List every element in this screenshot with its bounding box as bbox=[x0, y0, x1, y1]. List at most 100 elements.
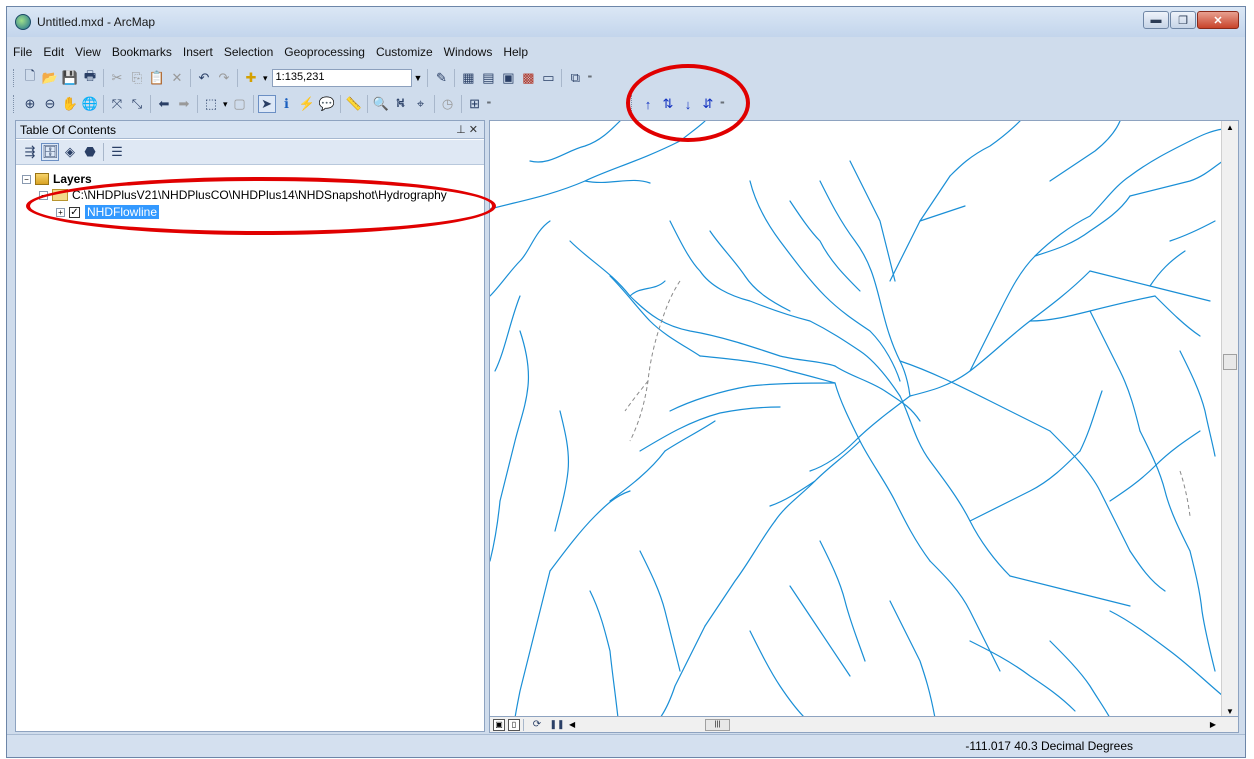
list-by-drawing-order-icon[interactable]: ⇶ bbox=[21, 143, 39, 161]
search-window-icon[interactable]: ▣ bbox=[499, 69, 517, 87]
redo-icon[interactable]: ↷ bbox=[215, 69, 233, 87]
save-icon[interactable]: 💾 bbox=[61, 69, 79, 87]
measure-icon[interactable]: 📏 bbox=[345, 95, 363, 113]
scroll-up-arrow-icon[interactable]: ▲ bbox=[1226, 123, 1234, 132]
toolbar-options-icon[interactable]: ⁼ bbox=[720, 99, 725, 110]
menu-customize[interactable]: Customize bbox=[370, 45, 438, 59]
maximize-button[interactable]: ❐ bbox=[1170, 11, 1196, 29]
add-data-dropdown-icon[interactable]: ▾ bbox=[263, 73, 268, 84]
menu-file[interactable]: File bbox=[7, 45, 37, 59]
zoom-out-icon[interactable]: ⊖ bbox=[41, 95, 59, 113]
layer-name-label[interactable]: NHDFlowline bbox=[85, 205, 160, 219]
map-scale-input[interactable]: 1:135,231 bbox=[271, 69, 412, 87]
forward-extent-icon[interactable]: ➡ bbox=[175, 95, 193, 113]
modelbuilder-icon[interactable]: ⧉ bbox=[566, 69, 584, 87]
go-to-xy-icon[interactable]: ⌖ bbox=[412, 95, 430, 113]
vertical-scrollbar[interactable]: ▲ ▼ bbox=[1221, 121, 1238, 716]
back-extent-icon[interactable]: ⬅ bbox=[155, 95, 173, 113]
select-elements-icon[interactable]: ➤ bbox=[257, 95, 276, 113]
pause-drawing-icon[interactable]: ❚❚ bbox=[548, 716, 566, 734]
select-features-icon[interactable]: ⬚ bbox=[202, 95, 220, 113]
toolbar-grip[interactable] bbox=[13, 69, 17, 87]
full-extent-icon[interactable]: 🌐 bbox=[81, 95, 99, 113]
navigate-downstream-divergences-icon[interactable]: ⇵ bbox=[699, 95, 717, 113]
tree-row-layer[interactable]: + ✓ NHDFlowline bbox=[56, 204, 160, 220]
refresh-icon[interactable]: ⟳ bbox=[528, 716, 546, 734]
print-icon[interactable]: 🖶 bbox=[81, 68, 99, 87]
arctoolbox-icon[interactable]: ▩ bbox=[519, 69, 537, 87]
menu-selection[interactable]: Selection bbox=[218, 45, 278, 59]
menu-insert[interactable]: Insert bbox=[177, 45, 218, 59]
minimize-button[interactable]: ▬ bbox=[1143, 11, 1169, 29]
flowlines bbox=[490, 121, 1224, 716]
scroll-right-arrow-icon[interactable]: ▶ bbox=[1210, 720, 1216, 729]
navigate-downstream-icon[interactable]: ↓ bbox=[679, 95, 697, 113]
flow-navigation-toolbar: ↑ ⇅ ↓ ⇵ ⁼ bbox=[629, 91, 727, 117]
tree-row-layers[interactable]: − Layers bbox=[22, 171, 92, 187]
menu-help[interactable]: Help bbox=[497, 45, 533, 59]
navigate-upstream-icon[interactable]: ↑ bbox=[639, 95, 657, 113]
open-folder-icon[interactable]: 📂 bbox=[41, 69, 59, 87]
collapse-icon[interactable]: − bbox=[39, 190, 48, 200]
menu-view[interactable]: View bbox=[69, 45, 106, 59]
html-popup-icon[interactable]: 💬 bbox=[318, 95, 336, 113]
table-icon[interactable]: ▦ bbox=[459, 69, 477, 87]
pan-icon[interactable]: ✋ bbox=[61, 95, 79, 113]
close-button[interactable]: ✕ bbox=[1197, 11, 1239, 29]
clear-selection-icon[interactable]: ▢ bbox=[231, 95, 249, 113]
toolbar-grip[interactable] bbox=[631, 95, 635, 113]
layer-visibility-checkbox[interactable]: ✓ bbox=[69, 206, 80, 218]
layout-view-icon[interactable]: ▯ bbox=[508, 718, 520, 731]
paste-icon[interactable]: 📋 bbox=[148, 69, 166, 87]
collapse-icon[interactable]: − bbox=[22, 174, 31, 184]
list-by-source-icon[interactable]: 🗄 bbox=[41, 143, 59, 161]
copy-icon[interactable]: ⎘ bbox=[128, 69, 146, 87]
undo-icon[interactable]: ↶ bbox=[195, 69, 213, 87]
delete-icon[interactable]: ✕ bbox=[168, 69, 186, 87]
arcmap-app-icon bbox=[15, 14, 31, 30]
menu-windows[interactable]: Windows bbox=[438, 45, 498, 59]
title-bar[interactable]: Untitled.mxd - ArcMap ▬ ❐ ✕ bbox=[7, 7, 1245, 37]
cut-icon[interactable]: ✂ bbox=[108, 69, 126, 87]
find-icon[interactable]: 🔍 bbox=[372, 95, 390, 113]
fixed-zoom-in-icon[interactable]: ⤧ bbox=[108, 95, 126, 113]
python-window-icon[interactable]: ▭ bbox=[539, 69, 557, 87]
time-slider-icon[interactable]: ◷ bbox=[439, 95, 457, 113]
toc-pin-close-controls[interactable]: ⊥ ✕ bbox=[456, 123, 478, 136]
standard-toolbar: 🗋 📂 💾 🖶 ✂ ⎘ 📋 ✕ ↶ ↷ ✚ ▾ 1:135,231 ▼ ✎ ▦ … bbox=[11, 65, 594, 91]
toc-options-icon[interactable]: ☰ bbox=[108, 143, 126, 161]
select-dropdown-icon[interactable]: ▾ bbox=[223, 99, 228, 110]
scroll-down-arrow-icon[interactable]: ▼ bbox=[1226, 707, 1234, 716]
data-view-icon[interactable]: ▣ bbox=[493, 718, 505, 731]
identify-icon[interactable]: ℹ bbox=[278, 95, 296, 113]
menu-geoprocessing[interactable]: Geoprocessing bbox=[278, 45, 370, 59]
editor-toolbar-icon[interactable]: ✎ bbox=[432, 69, 450, 87]
toolbar-grip[interactable] bbox=[13, 95, 17, 113]
list-by-visibility-icon[interactable]: ◈ bbox=[61, 143, 79, 161]
catalog-icon[interactable]: ▤ bbox=[479, 69, 497, 87]
find-route-icon[interactable]: ⛕ bbox=[392, 95, 410, 113]
add-data-icon[interactable]: ✚ bbox=[242, 69, 260, 87]
vertical-scroll-thumb[interactable] bbox=[1223, 354, 1237, 370]
zoom-in-icon[interactable]: ⊕ bbox=[21, 95, 39, 113]
map-view[interactable]: ▲ ▼ bbox=[489, 120, 1239, 717]
toolbar-options-icon[interactable]: ⁼ bbox=[487, 99, 492, 110]
menu-bookmarks[interactable]: Bookmarks bbox=[106, 45, 177, 59]
tools-toolbar: ⊕ ⊖ ✋ 🌐 ⤧ ⤡ ⬅ ➡ ⬚ ▾ ▢ ➤ ℹ ⚡ 💬 📏 🔍 ⛕ ⌖ ◷ … bbox=[11, 91, 493, 117]
layer-tree: − Layers − C:\NHDPlusV21\NHDPlusCO\NHDPl… bbox=[16, 165, 484, 731]
new-document-icon[interactable]: 🗋 bbox=[21, 68, 39, 87]
menu-edit[interactable]: Edit bbox=[37, 45, 69, 59]
hyperlink-icon[interactable]: ⚡ bbox=[298, 95, 316, 113]
menu-bar: File Edit View Bookmarks Insert Selectio… bbox=[7, 43, 533, 61]
navigate-upstream-tributaries-icon[interactable]: ⇅ bbox=[659, 95, 677, 113]
fixed-zoom-out-icon[interactable]: ⤡ bbox=[128, 95, 146, 113]
create-viewer-icon[interactable]: ⊞ bbox=[466, 95, 484, 113]
scale-dropdown-icon[interactable]: ▼ bbox=[414, 73, 423, 83]
tree-row-workspace[interactable]: − C:\NHDPlusV21\NHDPlusCO\NHDPlus14\NHDS… bbox=[39, 187, 447, 203]
toolbar-options-icon[interactable]: ⁼ bbox=[587, 73, 592, 84]
layers-icon bbox=[35, 173, 49, 185]
list-by-selection-icon[interactable]: ⬣ bbox=[81, 143, 99, 161]
horizontal-scroll-thumb[interactable]: ||| bbox=[705, 719, 730, 731]
expand-icon[interactable]: + bbox=[56, 207, 65, 217]
scroll-left-arrow-icon[interactable]: ◀ bbox=[569, 720, 575, 729]
